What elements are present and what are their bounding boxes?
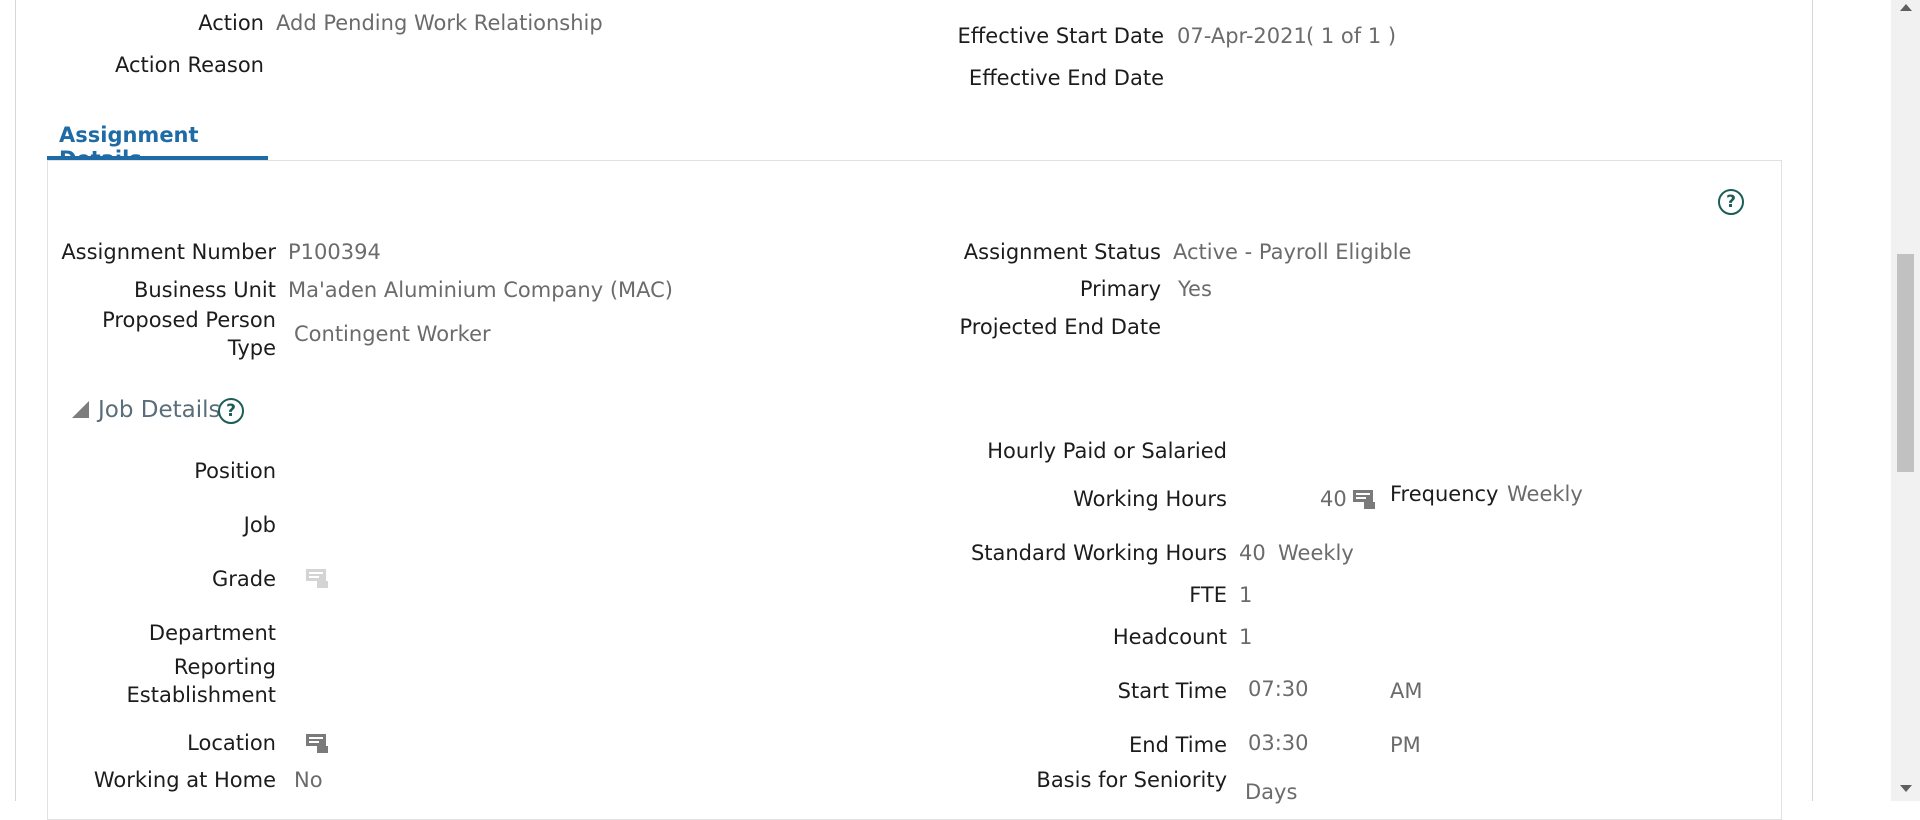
position-label: Position — [194, 459, 276, 483]
grade-label: Grade — [211, 567, 276, 591]
proposed-person-type-label-line1: Proposed Person — [102, 308, 276, 332]
start-time-ampm: AM — [1390, 679, 1423, 703]
primary-value: Yes — [1178, 277, 1212, 301]
fte-value: 1 — [1239, 583, 1253, 607]
tab-assignment-details[interactable]: Assignment Details — [47, 118, 268, 171]
assignment-number-label: Assignment Number — [61, 240, 276, 264]
basis-for-seniority-label: Basis for Seniority — [1036, 768, 1227, 792]
standard-working-hours-label: Standard Working Hours — [970, 541, 1227, 565]
working-at-home-value: No — [294, 768, 323, 792]
standard-working-hours-unit: Weekly — [1278, 541, 1354, 565]
record-counter[interactable]: ( 1 of 1 ) — [1306, 24, 1396, 48]
fte-label: FTE — [1189, 583, 1227, 607]
working-hours-list-icon[interactable] — [1352, 488, 1376, 510]
effective-end-date-label: Effective End Date — [968, 66, 1164, 90]
scroll-up-arrow-icon[interactable] — [1900, 4, 1912, 11]
proposed-person-type-label-line2: Type — [227, 336, 276, 360]
job-details-title[interactable]: Job Details — [98, 397, 221, 423]
effective-start-date-label: Effective Start Date — [957, 24, 1164, 48]
proposed-person-type-value: Contingent Worker — [294, 322, 491, 346]
start-time-value: 07:30 — [1248, 677, 1309, 701]
location-label: Location — [187, 731, 276, 755]
scroll-down-arrow-icon[interactable] — [1900, 785, 1912, 792]
start-time-label: Start Time — [1117, 679, 1227, 703]
business-unit-label: Business Unit — [133, 278, 276, 302]
assignment-status-value: Active - Payroll Eligible — [1173, 240, 1412, 264]
frequency-value: Weekly — [1507, 482, 1583, 506]
headcount-label: Headcount — [1112, 625, 1227, 649]
job-details-help-icon[interactable]: ? — [218, 398, 244, 424]
working-hours-label: Working Hours — [1073, 487, 1227, 511]
end-time-value: 03:30 — [1248, 731, 1309, 755]
hourly-salaried-label: Hourly Paid or Salaried — [987, 439, 1227, 463]
job-label: Job — [243, 513, 276, 537]
action-reason-label: Action Reason — [115, 53, 264, 77]
end-time-ampm: PM — [1390, 733, 1421, 757]
working-at-home-label: Working at Home — [93, 768, 276, 792]
grade-list-icon — [306, 569, 328, 588]
effective-start-date-value: 07-Apr-2021 — [1177, 24, 1307, 48]
action-value: Add Pending Work Relationship — [276, 11, 603, 35]
collapse-triangle-icon[interactable] — [72, 401, 89, 418]
scroll-thumb[interactable] — [1897, 254, 1914, 472]
location-list-icon[interactable] — [305, 732, 329, 754]
headcount-value: 1 — [1239, 625, 1253, 649]
projected-end-date-label: Projected End Date — [959, 315, 1161, 339]
action-label: Action — [198, 11, 264, 35]
frequency-label: Frequency — [1390, 482, 1499, 506]
basis-for-seniority-value: Days — [1245, 780, 1298, 804]
reporting-establishment-label-line2: Establishment — [126, 683, 276, 707]
primary-label: Primary — [1079, 277, 1161, 301]
reporting-establishment-label-line1: Reporting — [173, 655, 276, 679]
assignment-number-value: P100394 — [288, 240, 381, 264]
business-unit-value: Ma'aden Aluminium Company (MAC) — [288, 278, 673, 302]
standard-working-hours-value: 40 — [1239, 541, 1266, 565]
help-circle-icon[interactable]: ? — [1718, 189, 1744, 215]
vertical-scrollbar[interactable] — [1891, 0, 1920, 801]
department-label: Department — [148, 621, 276, 645]
working-hours-value: 40 — [1320, 487, 1347, 511]
end-time-label: End Time — [1129, 733, 1227, 757]
assignment-status-label: Assignment Status — [963, 240, 1161, 264]
